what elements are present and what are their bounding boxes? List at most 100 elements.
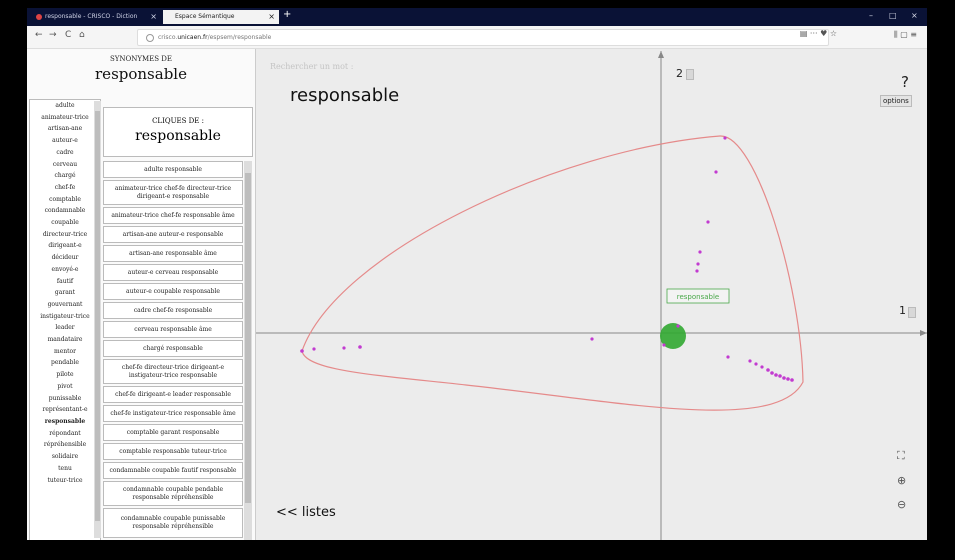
synonym-item[interactable]: représentant-e [30,404,100,416]
synonym-item[interactable]: gouvernant [30,299,100,311]
synonym-item[interactable]: adulte [30,100,100,112]
tab-crisco[interactable]: responsable - CRISCO - Diction × [33,10,161,24]
word-point[interactable] [726,355,730,359]
site-info-icon[interactable] [146,34,154,42]
close-tab-icon[interactable]: × [150,10,157,24]
new-tab-button[interactable]: + [283,9,291,20]
cliques-scrollbar[interactable] [244,161,252,540]
word-point[interactable] [766,368,770,372]
synonym-item[interactable]: pivot [30,381,100,393]
synonym-item[interactable]: cerveau [30,159,100,171]
clique-item[interactable]: artisan-ane auteur-e responsable [103,226,243,243]
synonym-item[interactable]: animateur-trice [30,112,100,124]
synonym-item[interactable]: comptable [30,194,100,206]
synonym-item[interactable]: envoyé-e [30,264,100,276]
synonym-item[interactable]: leader [30,322,100,334]
word-point[interactable] [774,373,778,377]
word-point[interactable] [790,378,794,382]
word-point[interactable] [342,346,346,350]
word-point[interactable] [312,347,316,351]
clique-item[interactable]: cerveau responsable âme [103,321,243,338]
synonym-item[interactable]: décideur [30,252,100,264]
word-point[interactable] [676,324,680,328]
axis-1-selector[interactable] [908,307,916,318]
word-point[interactable] [696,262,700,266]
synonym-item[interactable]: instigateur-trice [30,311,100,323]
word-point[interactable] [590,337,594,341]
synonym-item[interactable]: mandataire [30,334,100,346]
clique-item[interactable]: artisan-ane responsable âme [103,245,243,262]
clique-item[interactable]: chargé responsable [103,340,243,357]
toolbar-icons[interactable]: ⫼ ▢ ≡ [894,30,917,40]
synonym-item[interactable]: directeur-trice [30,229,100,241]
clique-item[interactable]: animateur-trice chef-fe directeur-trice … [103,180,243,205]
close-tab-icon[interactable]: × [268,10,275,24]
synonym-item[interactable]: pendable [30,357,100,369]
word-point[interactable] [786,377,790,381]
synonym-item[interactable]: répréhensible [30,439,100,451]
options-button[interactable]: options [880,95,912,107]
zoom-out-icon[interactable]: ⊖ [897,498,906,511]
synonym-item[interactable]: répondant [30,428,100,440]
semantic-space-plot[interactable]: responsable [256,49,927,540]
word-point[interactable] [782,376,786,380]
synonym-item[interactable]: auteur-e [30,135,100,147]
home-icon[interactable]: ⌂ [79,30,85,40]
back-icon[interactable]: ← [35,30,43,40]
word-point[interactable] [770,371,774,375]
tab-espace-semantique[interactable]: Espace Sémantique × [163,10,279,24]
page-actions-icons[interactable]: ▤ ··· ♥ ☆ [800,29,837,38]
word-point[interactable] [662,343,666,347]
clique-item[interactable]: comptable garant responsable [103,424,243,441]
synonym-item[interactable]: tenu [30,463,100,475]
clique-item[interactable]: comptable responsable tuteur-trice [103,443,243,460]
synonyms-scrollbar[interactable] [94,101,101,538]
clique-item[interactable]: cadre chef-fe responsable [103,302,243,319]
synonym-item[interactable]: fautif [30,276,100,288]
fullscreen-icon[interactable]: ⛶ [897,449,905,463]
maximize-icon[interactable]: □ [889,11,897,20]
synonym-item[interactable]: coupable [30,217,100,229]
axis-2-selector[interactable] [686,69,694,80]
synonym-item[interactable]: cadre [30,147,100,159]
close-window-icon[interactable]: × [911,11,918,20]
synonym-item[interactable]: chargé [30,170,100,182]
synonym-item[interactable]: responsable [30,416,100,428]
synonym-item[interactable]: condamnable [30,205,100,217]
synonym-item[interactable]: garant [30,287,100,299]
synonym-item[interactable]: pilote [30,369,100,381]
word-point[interactable] [723,136,727,140]
synonym-item[interactable]: solidaire [30,451,100,463]
clique-item[interactable]: condamnable coupable punissable responsa… [103,508,243,538]
synonym-item[interactable]: dirigeant-e [30,240,100,252]
synonym-item[interactable]: mentor [30,346,100,358]
help-button[interactable]: ? [901,73,909,91]
word-point[interactable] [748,359,752,363]
word-point[interactable] [300,349,304,353]
clique-item[interactable]: chef-fe directeur-trice dirigeant-e inst… [103,359,243,384]
synonym-item[interactable]: tuteur-trice [30,475,100,487]
word-point[interactable] [714,170,718,174]
word-point[interactable] [706,220,710,224]
zoom-in-icon[interactable]: ⊕ [897,474,906,487]
minimize-icon[interactable]: – [869,11,873,20]
word-point[interactable] [698,250,702,254]
clique-item[interactable]: condamnable coupable pendable responsabl… [103,481,243,506]
forward-icon[interactable]: → [49,30,57,40]
back-to-lists-link[interactable]: << listes [276,505,336,520]
search-input[interactable]: Rechercher un mot : [270,62,353,71]
word-point[interactable] [754,362,758,366]
reload-icon[interactable]: C [65,30,71,40]
url-bar[interactable]: crisco.unicaen.fr/espsem/responsable [137,29,829,46]
clique-item[interactable]: auteur-e coupable responsable [103,283,243,300]
word-point[interactable] [760,365,764,369]
clique-item[interactable]: chef-fe dirigeant-e leader responsable [103,386,243,403]
clique-item[interactable]: auteur-e cerveau responsable [103,264,243,281]
clique-item[interactable]: animateur-trice chef-fe responsable âme [103,207,243,224]
synonym-item[interactable]: chef-fe [30,182,100,194]
clique-item[interactable]: adulte responsable [103,161,243,178]
word-point[interactable] [695,269,699,273]
synonym-item[interactable]: punissable [30,393,100,405]
word-point[interactable] [358,345,362,349]
synonym-item[interactable]: artisan-ane [30,123,100,135]
